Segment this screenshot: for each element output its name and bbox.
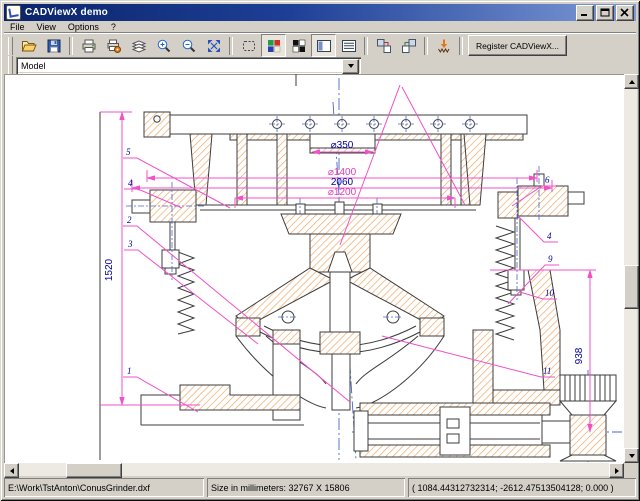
black-white-icon [291, 38, 307, 54]
cad-drawing: ⌀350 ⌀1400 2060 ⌀1200 1520 938 5 4 2 3 1… [4, 74, 624, 463]
minimize-button[interactable] [576, 5, 594, 21]
layout-selector-row: Model [4, 56, 636, 74]
register-button[interactable]: Register CADViewX... [468, 35, 567, 56]
floppy-disk-icon [46, 38, 62, 54]
toolbar-separator [229, 37, 233, 55]
menu-file[interactable]: File [4, 22, 31, 32]
callout-3: 3 [127, 239, 133, 249]
status-size-info: Size in millimeters: 32767 X 15806 [207, 478, 405, 497]
status-coordinates: ( 1084.44312732314; -2612.47513504128; 0… [408, 478, 636, 497]
menu-bar: File View Options ? [4, 21, 636, 33]
maximize-icon [600, 8, 610, 17]
scroll-down-button[interactable] [624, 448, 639, 463]
horizontal-scrollbar[interactable] [4, 463, 624, 476]
copy-image-button[interactable] [371, 34, 396, 57]
dimension-350: ⌀350 [331, 140, 354, 151]
combo-row-grip [8, 56, 13, 74]
zoom-in-icon [156, 38, 172, 54]
callout-4-left: 4 [128, 178, 133, 188]
toolbar-separator [69, 37, 73, 55]
callout-1: 1 [127, 366, 132, 376]
dimension-938: 938 [574, 347, 585, 364]
app-window: CADViewX demo File View Options ? [0, 0, 640, 501]
scroll-up-button[interactable] [624, 74, 639, 89]
scrollbar-corner [624, 463, 637, 476]
list-lines-icon [341, 38, 357, 54]
panel-view-button[interactable] [311, 34, 336, 57]
arrow-down-icon [629, 454, 635, 458]
status-bar: E:\Work\TstAnton\ConusGrinder.dxf Size i… [4, 478, 636, 497]
fit-to-window-icon [206, 38, 222, 54]
app-icon [6, 5, 21, 20]
title-bar: CADViewX demo [4, 4, 636, 21]
black-white-button[interactable] [286, 34, 311, 57]
open-button[interactable] [16, 34, 41, 57]
save-button[interactable] [41, 34, 66, 57]
callout-5: 5 [126, 147, 131, 157]
copy-image-icon [376, 38, 392, 54]
printer-settings-icon [106, 38, 122, 54]
callout-11: 11 [543, 366, 551, 376]
zoom-out-button[interactable] [176, 34, 201, 57]
machine-outline [126, 112, 616, 461]
callout-9: 9 [548, 254, 553, 264]
vertical-scrollbar[interactable] [624, 74, 637, 463]
print-button[interactable] [76, 34, 101, 57]
layout-combobox[interactable]: Model [16, 57, 361, 74]
web-update-button[interactable] [431, 34, 456, 57]
callout-10: 10 [545, 288, 555, 298]
layers-button[interactable] [126, 34, 151, 57]
close-button[interactable] [616, 5, 634, 21]
callout-2: 2 [127, 215, 132, 225]
copy-structure-button[interactable] [396, 34, 421, 57]
panel-view-icon [316, 38, 332, 54]
callout-4-right: 4 [547, 231, 552, 241]
toolbar-separator [364, 37, 368, 55]
web-download-icon [436, 38, 452, 54]
window-title: CADViewX demo [25, 7, 574, 18]
zoom-in-button[interactable] [151, 34, 176, 57]
print-setup-button[interactable] [101, 34, 126, 57]
outline-view-button[interactable] [336, 34, 361, 57]
select-region-button[interactable] [236, 34, 261, 57]
maximize-button[interactable] [596, 5, 614, 21]
zoom-out-icon [181, 38, 197, 54]
status-file-path: E:\Work\TstAnton\ConusGrinder.dxf [4, 478, 204, 497]
toolbar: Register CADViewX... [4, 33, 636, 57]
scroll-left-button[interactable] [4, 463, 19, 478]
copy-structure-icon [401, 38, 417, 54]
chevron-down-icon [348, 64, 354, 68]
menu-options[interactable]: Options [62, 22, 105, 32]
fit-to-window-button[interactable] [201, 34, 226, 57]
arrow-up-icon [629, 80, 635, 84]
dimension-1520: 1520 [104, 258, 115, 281]
close-icon [620, 8, 630, 17]
callout-6: 6 [545, 175, 550, 185]
vertical-scroll-thumb[interactable] [624, 265, 639, 309]
menu-help[interactable]: ? [105, 22, 122, 32]
minimize-icon [580, 8, 590, 17]
combobox-dropdown-button[interactable] [342, 59, 359, 74]
folder-open-icon [21, 38, 37, 54]
horizontal-scroll-thumb[interactable] [66, 463, 122, 478]
toolbar-separator [459, 37, 463, 55]
arrow-left-icon [10, 468, 14, 474]
dimension-1200: ⌀1200 [328, 187, 357, 198]
color-palette-icon [266, 38, 282, 54]
layout-combobox-value: Model [21, 61, 46, 71]
layers-icon [131, 38, 147, 54]
menu-view[interactable]: View [31, 22, 62, 32]
toolbar-separator [424, 37, 428, 55]
colors-button[interactable] [261, 34, 286, 57]
arrow-right-icon [615, 468, 619, 474]
drawing-canvas[interactable]: ⌀350 ⌀1400 2060 ⌀1200 1520 938 5 4 2 3 1… [4, 74, 624, 463]
printer-icon [81, 38, 97, 54]
scroll-right-button[interactable] [609, 463, 624, 478]
selection-marquee-icon [241, 38, 257, 54]
toolbar-grip [8, 37, 13, 55]
